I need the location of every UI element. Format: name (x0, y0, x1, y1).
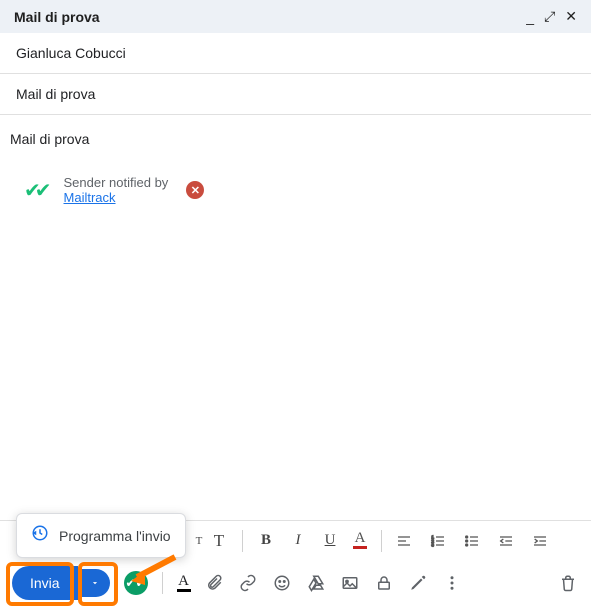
drive-icon[interactable] (307, 574, 327, 592)
tracker-signature: ✔✔ Sender notified by Mailtrack ✕ (10, 147, 581, 205)
annotation-arrow (125, 551, 180, 594)
font-size-down-icon[interactable]: T (190, 535, 208, 547)
numbered-list-icon[interactable]: 123 (430, 533, 450, 549)
confidential-mode-icon[interactable] (375, 574, 395, 592)
body-text: Mail di prova (10, 131, 89, 147)
italic-icon[interactable]: I (289, 532, 307, 549)
message-body[interactable]: Mail di prova ✔✔ Sender notified by Mail… (0, 115, 591, 213)
subject-field[interactable]: Mail di prova (0, 74, 591, 115)
minimize-icon[interactable]: _ (526, 9, 534, 25)
bold-icon[interactable]: B (257, 532, 275, 549)
insert-image-icon[interactable] (341, 574, 361, 592)
emoji-icon[interactable] (273, 574, 293, 592)
double-check-icon: ✔✔ (24, 178, 46, 203)
link-icon[interactable] (239, 574, 259, 592)
send-more-button[interactable] (80, 569, 110, 597)
indent-more-icon[interactable] (532, 533, 552, 549)
discard-draft-icon[interactable] (559, 574, 579, 592)
schedule-icon (31, 524, 49, 547)
tracker-text: Sender notified by Mailtrack (64, 175, 169, 205)
underline-icon[interactable]: U (321, 532, 339, 549)
subject-value: Mail di prova (16, 86, 95, 102)
close-icon[interactable]: ✕ (565, 8, 577, 25)
text-color-letter: A (355, 532, 366, 545)
attach-icon[interactable] (205, 574, 225, 592)
formatting-toolbar: Programma l'invio T T B I U A 123 (0, 520, 591, 560)
signature-pen-icon[interactable] (409, 574, 429, 592)
align-icon[interactable] (396, 533, 416, 549)
more-options-icon[interactable] (443, 574, 463, 592)
compose-header: Mail di prova _ ⤢ ✕ (0, 0, 591, 33)
action-toolbar: Invia ✔✔ A (0, 560, 591, 610)
divider (381, 530, 382, 552)
compose-title: Mail di prova (14, 9, 100, 25)
font-size-up-icon[interactable]: T (210, 531, 228, 551)
text-color-icon[interactable]: A (353, 532, 367, 549)
expand-icon[interactable]: ⤢ (544, 8, 555, 25)
bullet-list-icon[interactable] (464, 533, 484, 549)
schedule-label: Programma l'invio (59, 528, 171, 544)
divider (242, 530, 243, 552)
recipient-field[interactable]: Gianluca Cobucci (0, 33, 591, 74)
svg-text:3: 3 (431, 542, 434, 547)
send-button-group: Invia (12, 566, 110, 600)
window-controls: _ ⤢ ✕ (526, 8, 577, 25)
recipient-value: Gianluca Cobucci (16, 45, 126, 61)
indent-less-icon[interactable] (498, 533, 518, 549)
tracker-brand-link[interactable]: Mailtrack (64, 190, 116, 205)
remove-tracker-icon[interactable]: ✕ (186, 181, 204, 199)
bottom-toolbars: Programma l'invio T T B I U A 123 Invia (0, 520, 591, 610)
tracker-notified-label: Sender notified by (64, 175, 169, 190)
send-button[interactable]: Invia (12, 566, 78, 600)
